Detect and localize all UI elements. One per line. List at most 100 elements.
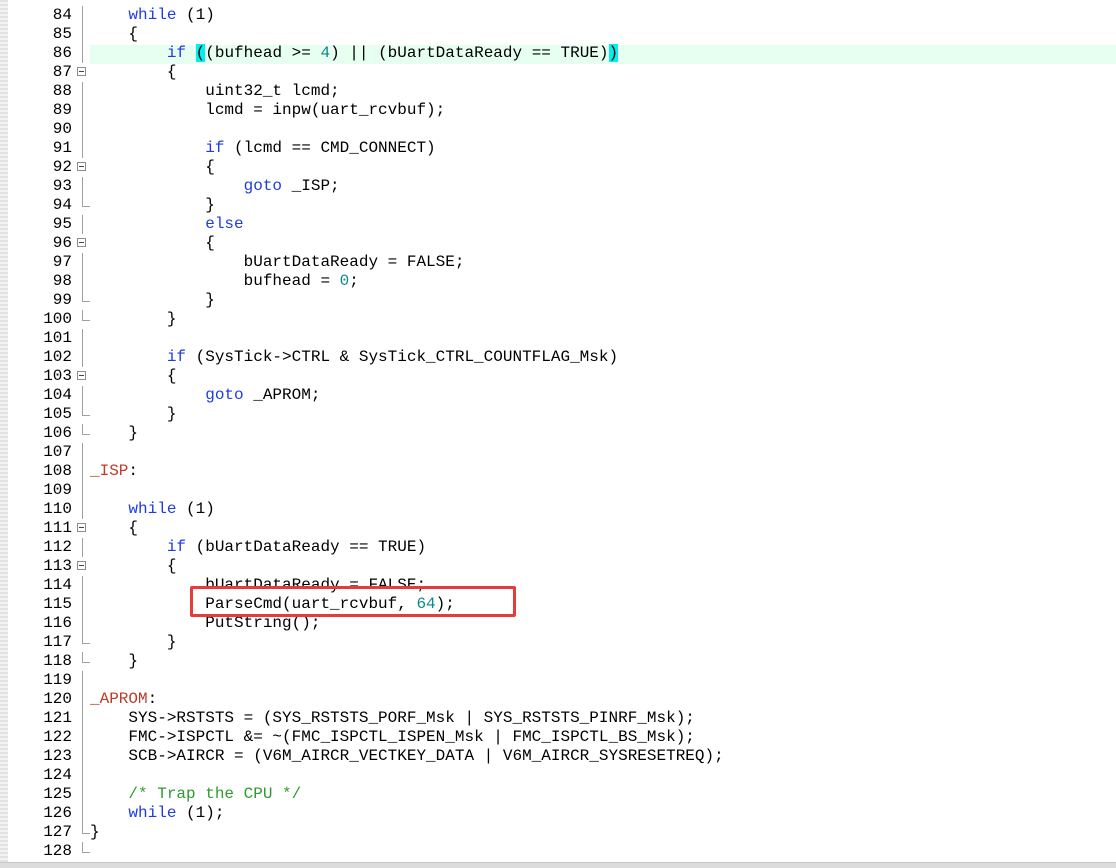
code-line[interactable]: 109 — [0, 481, 1116, 500]
collapse-icon[interactable] — [77, 162, 86, 171]
code-line[interactable]: 122 FMC->ISPCTL &= ~(FMC_ISPCTL_ISPEN_Ms… — [0, 728, 1116, 747]
code-line[interactable]: 128 — [0, 842, 1116, 861]
code-text: while (1) — [128, 6, 215, 24]
line-number: 108 — [43, 462, 72, 480]
fold-guide — [76, 633, 90, 652]
fold-line-guide — [82, 101, 83, 120]
fold-line-guide — [82, 386, 83, 405]
code-line[interactable]: 117 } — [0, 633, 1116, 652]
code-line[interactable]: 85 { — [0, 25, 1116, 44]
collapse-icon[interactable] — [77, 238, 86, 247]
fold-line-guide — [82, 462, 83, 481]
code-line[interactable]: 91 if (lcmd == CMD_CONNECT) — [0, 139, 1116, 158]
code-line[interactable]: 119 — [0, 671, 1116, 690]
fold-end-guide — [82, 823, 90, 834]
fold-toggle-icon[interactable] — [76, 367, 90, 386]
code-line[interactable]: 108 _ISP: — [0, 462, 1116, 481]
collapse-icon[interactable] — [77, 371, 86, 380]
fold-guide — [76, 671, 90, 690]
code-line[interactable]: 113 { — [0, 557, 1116, 576]
code-line[interactable]: 104 goto _APROM; — [0, 386, 1116, 405]
code-text: goto _ISP; — [243, 177, 340, 195]
code-line[interactable]: 118 } — [0, 652, 1116, 671]
line-number: 112 — [43, 538, 72, 556]
code-line[interactable]: 124 — [0, 766, 1116, 785]
horizontal-scrollbar[interactable] — [0, 862, 1116, 868]
fold-toggle-icon[interactable] — [76, 234, 90, 253]
line-number: 118 — [43, 652, 72, 670]
code-line[interactable]: 102 if (SysTick->CTRL & SysTick_CTRL_COU… — [0, 348, 1116, 367]
code-line[interactable]: 115 ParseCmd(uart_rcvbuf, 64); — [0, 595, 1116, 614]
code-line[interactable]: 86 if ((bufhead >= 4) || (bUartDataReady… — [0, 44, 1116, 63]
line-number: 88 — [52, 82, 72, 100]
collapse-icon[interactable] — [77, 67, 86, 76]
code-line[interactable]: 89 lcmd = inpw(uart_rcvbuf); — [0, 101, 1116, 120]
collapse-icon[interactable] — [77, 561, 86, 570]
fold-guide — [76, 481, 90, 500]
highlight-annotation-box — [190, 586, 516, 617]
fold-toggle-icon[interactable] — [76, 557, 90, 576]
code-line[interactable]: 100 } — [0, 310, 1116, 329]
fold-toggle-icon[interactable] — [76, 158, 90, 177]
code-text: _ISP: — [90, 462, 139, 480]
line-number: 89 — [52, 101, 72, 119]
token-kw: while — [128, 6, 177, 24]
code-text: { — [90, 519, 139, 537]
code-line[interactable]: 98 bufhead = 0; — [0, 272, 1116, 291]
fold-guide — [76, 500, 90, 519]
code-line[interactable]: 101 — [0, 329, 1116, 348]
line-number: 100 — [43, 310, 72, 328]
code-line[interactable]: 110 while (1) — [0, 500, 1116, 519]
code-line[interactable]: 106 } — [0, 424, 1116, 443]
fold-guide — [76, 424, 90, 443]
fold-toggle-icon[interactable] — [76, 519, 90, 538]
code-line[interactable]: 127} — [0, 823, 1116, 842]
code-line[interactable]: 105 } — [0, 405, 1116, 424]
code-editor[interactable]: 84 while (1) 85 {86 if ((bufhead >= 4) ||… — [0, 0, 1116, 862]
code-text: if (SysTick->CTRL & SysTick_CTRL_COUNTFL… — [166, 348, 619, 366]
code-line[interactable]: 88 uint32_t lcmd; — [0, 82, 1116, 101]
code-line[interactable]: 121 SYS->RSTSTS = (SYS_RSTSTS_PORF_Msk |… — [0, 709, 1116, 728]
code-line[interactable]: 114 bUartDataReady = FALSE; — [0, 576, 1116, 595]
line-number: 99 — [52, 291, 72, 309]
code-line[interactable]: 84 while (1) — [0, 6, 1116, 25]
code-line[interactable]: 93 goto _ISP; — [0, 177, 1116, 196]
code-line[interactable]: 87 { — [0, 63, 1116, 82]
code-line[interactable]: 126 while (1); — [0, 804, 1116, 823]
code-line[interactable]: 125 /* Trap the CPU */ — [0, 785, 1116, 804]
line-number: 87 — [52, 63, 72, 81]
code-line[interactable]: 90 — [0, 120, 1116, 139]
line-number: 117 — [43, 633, 72, 651]
fold-line-guide — [82, 253, 83, 272]
token-kw: goto — [205, 386, 244, 404]
fold-line-guide — [82, 614, 83, 633]
code-line[interactable]: 116 PutString(); — [0, 614, 1116, 633]
line-number: 116 — [43, 614, 72, 632]
fold-guide — [76, 785, 90, 804]
code-line[interactable]: 95 else — [0, 215, 1116, 234]
fold-toggle-icon[interactable] — [76, 63, 90, 82]
code-line[interactable]: 99 } — [0, 291, 1116, 310]
code-text: } — [90, 405, 177, 423]
code-line[interactable]: 94 } — [0, 196, 1116, 215]
code-line[interactable]: 111 { — [0, 519, 1116, 538]
code-line[interactable]: 92 { — [0, 158, 1116, 177]
code-line[interactable]: 120 _APROM: — [0, 690, 1116, 709]
code-line[interactable]: 97 bUartDataReady = FALSE; — [0, 253, 1116, 272]
line-number: 110 — [43, 500, 72, 518]
line-number: 111 — [43, 519, 72, 537]
code-text: lcmd = inpw(uart_rcvbuf); — [90, 101, 446, 119]
code-text: SYS->RSTSTS = (SYS_RSTSTS_PORF_Msk | SYS… — [90, 709, 695, 727]
code-line[interactable]: 107 — [0, 443, 1116, 462]
collapse-icon[interactable] — [77, 523, 86, 532]
token-kw: if — [166, 348, 187, 366]
code-line[interactable]: 96 { — [0, 234, 1116, 253]
code-line[interactable]: 103 { — [0, 367, 1116, 386]
code-line[interactable]: 112 if (bUartDataReady == TRUE) — [0, 538, 1116, 557]
code-text: } — [90, 652, 139, 670]
code-line[interactable]: 123 SCB->AIRCR = (V6M_AIRCR_VECTKEY_DATA… — [0, 747, 1116, 766]
fold-line-guide — [82, 481, 83, 500]
token-kw: if — [205, 139, 225, 157]
line-number: 124 — [43, 766, 72, 784]
line-number: 96 — [52, 234, 72, 252]
